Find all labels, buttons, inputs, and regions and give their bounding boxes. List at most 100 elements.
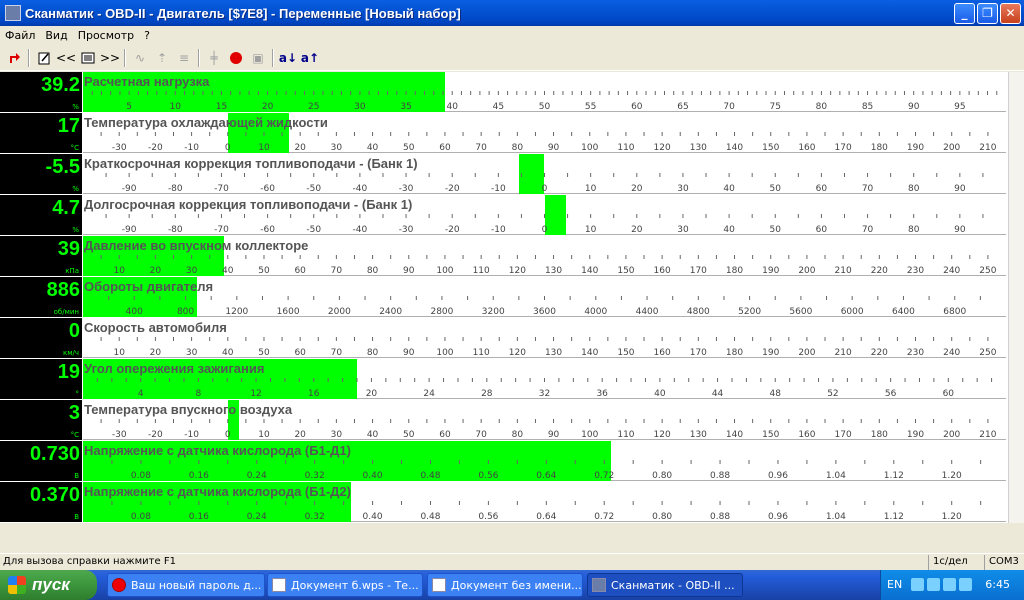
tray-battery-icon[interactable] xyxy=(911,578,924,591)
maximize-button[interactable]: ❐ xyxy=(977,2,998,24)
gauge-tick-label: 0.64 xyxy=(536,512,556,522)
gauge-row[interactable]: 17 °C -30 -20 -10 0 10 20 30 40 50 60 70 80 90 100 110 12… xyxy=(0,113,1024,154)
minimize-button[interactable]: _ xyxy=(954,2,975,24)
prev-button[interactable]: << xyxy=(55,47,77,69)
tray-volume-icon[interactable] xyxy=(959,578,972,591)
gauge-tick-label: 210 xyxy=(979,430,996,440)
upload-icon[interactable]: ⇡ xyxy=(151,47,173,69)
sort-desc-button[interactable]: a↑ xyxy=(299,47,321,69)
gauge-tick-label: 0.08 xyxy=(131,471,151,481)
gauge-tick-label: 48 xyxy=(770,389,782,399)
gauge-tick-label: 100 xyxy=(581,430,598,440)
taskbar-item-label: Сканматик - OBD-II ... xyxy=(611,578,735,592)
menu-file[interactable]: Файл xyxy=(0,29,40,42)
list-icon[interactable] xyxy=(77,47,99,69)
gauge-tick-label: 0.64 xyxy=(536,471,556,481)
gauge-tick-label: 400 xyxy=(126,307,143,317)
gauge-tick-label: -20 xyxy=(148,430,163,440)
gauge-row[interactable]: 0.730 В 0.08 0.16 0.24 0.32 0.40 0.48 0.56 0.64 0.… xyxy=(0,441,1024,482)
gauge-tick-label: 32 xyxy=(539,389,550,399)
gauge-tick-label: 0.88 xyxy=(710,471,730,481)
gauge-tick-label: 1.04 xyxy=(826,512,846,522)
gauge-tick-label: 30 xyxy=(354,102,366,112)
save-disk-icon[interactable]: ▣ xyxy=(247,47,269,69)
gauge-track: -90 -80 -70 -60 -50 -40 -30 -20 -10 0 10 20 30 40 50 60… xyxy=(83,154,1006,194)
graph-wave-icon[interactable]: ∿ xyxy=(129,47,151,69)
gauge-tick-label: 35 xyxy=(400,102,411,112)
stack-icon[interactable]: ≡ xyxy=(173,47,195,69)
gauge-track: -30 -20 -10 0 10 20 30 40 50 60 70 80 90 100 110 120 130… xyxy=(83,400,1006,440)
gauge-tick-label: -60 xyxy=(260,184,275,194)
taskbar-item-scanmatic[interactable]: Сканматик - OBD-II ... xyxy=(587,573,743,597)
vertical-scrollbar[interactable] xyxy=(1008,72,1024,523)
gauge-row[interactable]: 886 об/мин 400 800 1200 1600 2000 2400 2800 3200 3… xyxy=(0,277,1024,318)
toolbar: << >> ∿ ⇡ ≡ ╪ ▣ a↓ a↑ xyxy=(0,45,1024,71)
edit-document-icon[interactable] xyxy=(33,47,55,69)
document-icon xyxy=(272,578,286,592)
gauge-tick-label: 8 xyxy=(196,389,202,399)
gauge-tick-label: 170 xyxy=(835,143,852,153)
menu-browse[interactable]: Просмотр xyxy=(73,29,139,42)
gauge-tick-label: 60 xyxy=(943,389,955,399)
gauge-row[interactable]: 3 °C -30 -20 -10 0 10 20 30 40 50 60 70 80 90 100 110 120… xyxy=(0,400,1024,441)
gauge-tick-label: 130 xyxy=(545,348,562,358)
windows-logo-icon xyxy=(8,576,26,594)
gauge-value-box: 39 кПа xyxy=(0,236,82,276)
gauge-tick-label: 70 xyxy=(331,266,343,276)
gauge-tick-label: 80 xyxy=(367,266,379,276)
gauge-tick-label: 0 xyxy=(225,430,231,440)
gauge-tick-label: 50 xyxy=(770,225,782,235)
title-bar[interactable]: Сканматик - OBD-II - Двигатель [$7E8] - … xyxy=(0,0,1024,26)
menu-view[interactable]: Вид xyxy=(40,29,72,42)
gauge-row[interactable]: 0.370 В 0.08 0.16 0.24 0.32 0.40 0.48 0.56 0.64 0.… xyxy=(0,482,1024,523)
gauge-tick-label: 25 xyxy=(308,102,319,112)
connector-icon[interactable]: ╪ xyxy=(203,47,225,69)
toolbar-separator xyxy=(272,48,274,67)
gauge-tick-label: 120 xyxy=(654,430,671,440)
gauge-tick-label: 800 xyxy=(177,307,194,317)
window-title: Сканматик - OBD-II - Двигатель [$7E8] - … xyxy=(25,5,461,21)
tray-network-icon[interactable] xyxy=(927,578,940,591)
gauge-tick-label: 1.12 xyxy=(884,512,904,522)
taskbar-item-untitled[interactable]: Документ без имени... xyxy=(427,573,583,597)
gauge-unit: ° xyxy=(75,390,80,398)
language-indicator[interactable]: EN xyxy=(887,578,902,591)
gauge-tick-label: -90 xyxy=(122,184,137,194)
gauge-tick-label: 15 xyxy=(216,102,227,112)
record-button[interactable] xyxy=(225,47,247,69)
gauge-row[interactable]: 39.2% 5 10 15 20 25 30 35 40 45 50 55 60 65 70 75 80 85 90… xyxy=(0,72,1024,113)
gauge-tick-label: 210 xyxy=(835,266,852,276)
gauge-tick-label: 90 xyxy=(403,348,415,358)
start-button[interactable]: пуск xyxy=(0,570,97,600)
gauge-tick-label: 160 xyxy=(654,348,671,358)
gauge-tick-label: 20 xyxy=(631,184,643,194)
taskbar-item-browser[interactable]: Ваш новый пароль д... xyxy=(107,573,265,597)
gauge-tick-label: -30 xyxy=(112,430,127,440)
gauge-row[interactable]: 4.7% -90 -80 -70 -60 -50 -40 -30 -20 -10 0 10 20 30 40… xyxy=(0,195,1024,236)
gauge-row[interactable]: 0 км/ч 10 20 30 40 50 60 70 80 90 100 110 120 130 140 15… xyxy=(0,318,1024,359)
gauge-tick-label: 170 xyxy=(690,348,707,358)
close-button[interactable]: ✕ xyxy=(1000,2,1021,24)
gauge-label: Долгосрочная коррекция топливоподачи - (… xyxy=(84,197,413,212)
gauge-tick-label: 56 xyxy=(885,389,897,399)
gauge-scale: 5 10 15 20 25 30 35 40 45 50 55 60 65 70 75 80 85 90 95 xyxy=(91,91,998,112)
gauge-tick-label: 0.16 xyxy=(189,471,209,481)
taskbar-item-document[interactable]: Документ б.wps - Те... xyxy=(267,573,423,597)
gauge-tick-label: 70 xyxy=(475,430,487,440)
gauge-value: 3 xyxy=(68,402,80,424)
gauge-tick-label: 180 xyxy=(726,266,743,276)
gauge-row[interactable]: 39 кПа 10 20 30 40 50 60 70 80 90 100 110 120 130 140 15… xyxy=(0,236,1024,277)
gauge-value-box: 3 °C xyxy=(0,400,82,440)
sort-asc-button[interactable]: a↓ xyxy=(277,47,299,69)
gauge-tick-label: 4 xyxy=(138,389,144,399)
exit-arrow-icon[interactable] xyxy=(3,47,25,69)
menu-help[interactable]: ? xyxy=(139,29,155,42)
gauge-tick-label: 45 xyxy=(493,102,504,112)
tray-shield-icon[interactable] xyxy=(943,578,956,591)
gauge-label: Скорость автомобиля xyxy=(84,320,227,335)
status-rate: 1с/дел xyxy=(928,555,984,570)
gauge-row[interactable]: -5.5% -90 -80 -70 -60 -50 -40 -30 -20 -10 0 10 20 30 4… xyxy=(0,154,1024,195)
next-button[interactable]: >> xyxy=(99,47,121,69)
gauge-row[interactable]: 19 ° 4 8 12 16 20 24 28 32 36 40 44 48 52 56 60 Угол опер… xyxy=(0,359,1024,400)
gauge-unit: кПа xyxy=(65,267,79,275)
